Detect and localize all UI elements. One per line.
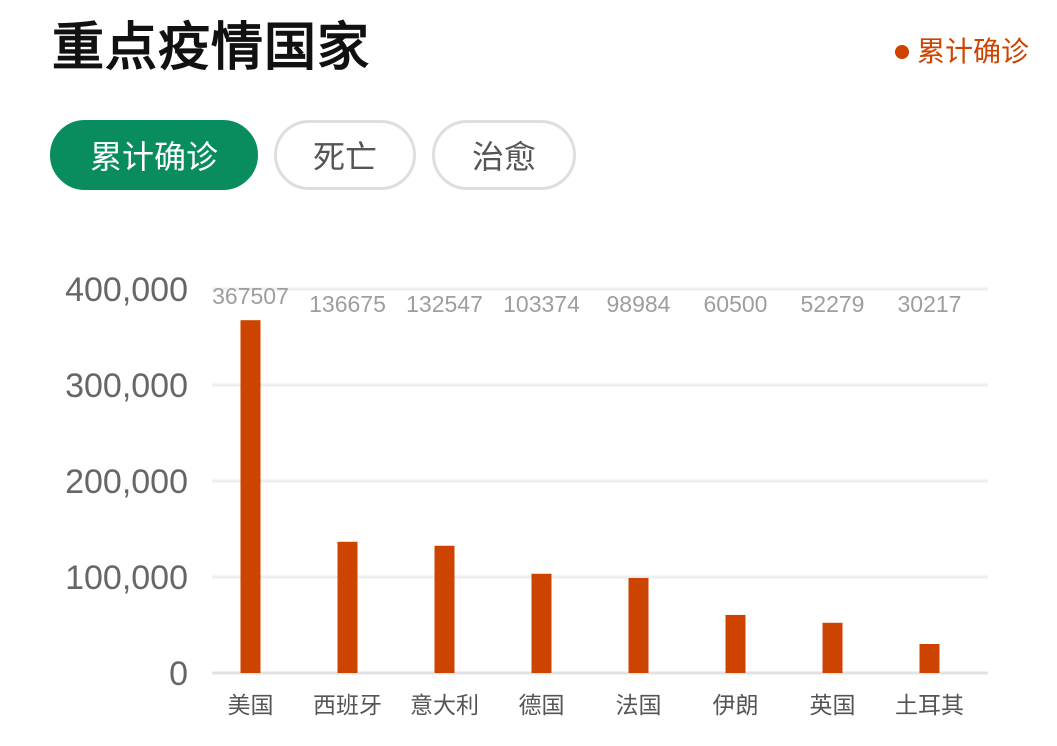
- bar[interactable]: [919, 643, 940, 673]
- y-tick-label: 100,000: [65, 559, 188, 597]
- x-tick-label: 德国: [519, 693, 565, 719]
- data-label: 132547: [406, 291, 483, 317]
- data-label: 367507: [212, 283, 289, 309]
- x-tick-label: 伊朗: [713, 693, 759, 719]
- y-tick-label: 0: [169, 655, 188, 693]
- bar[interactable]: [725, 614, 746, 673]
- bar[interactable]: [240, 320, 261, 673]
- y-tick-label: 300,000: [65, 367, 188, 405]
- y-tick-label: 200,000: [65, 463, 188, 501]
- data-label: 98984: [607, 291, 671, 317]
- x-tick-label: 法国: [616, 693, 662, 719]
- bar[interactable]: [822, 622, 843, 673]
- bar[interactable]: [531, 573, 552, 673]
- x-tick-label: 美国: [228, 693, 274, 719]
- x-tick-label: 英国: [810, 693, 856, 719]
- data-label: 136675: [309, 291, 386, 317]
- data-label: 30217: [898, 291, 962, 317]
- bar[interactable]: [337, 541, 358, 673]
- data-label: 60500: [704, 291, 768, 317]
- x-tick-label: 土耳其: [895, 693, 964, 719]
- x-tick-label: 意大利: [410, 693, 479, 719]
- bar-chart: 0 100,000 200,000 300,000 400,000 367507 美国 136…: [65, 271, 988, 719]
- y-tick-label: 400,000: [65, 271, 188, 309]
- data-label: 52279: [801, 291, 865, 317]
- bar[interactable]: [628, 577, 649, 673]
- bar[interactable]: [434, 545, 455, 673]
- data-label: 103374: [503, 291, 580, 317]
- x-tick-label: 西班牙: [313, 693, 382, 719]
